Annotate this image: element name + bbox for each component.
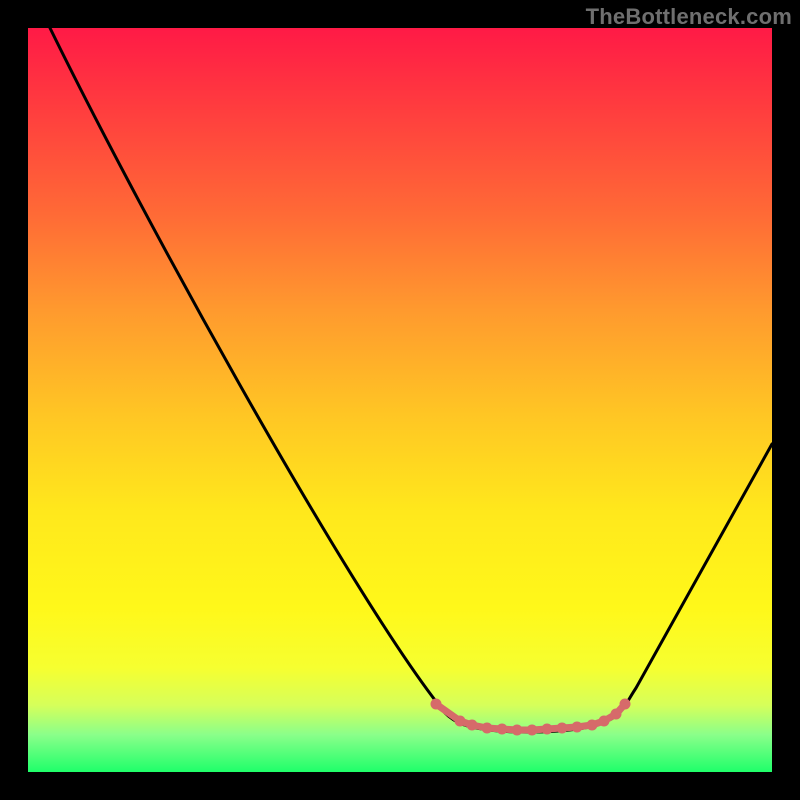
valley-marker-dot	[620, 699, 631, 710]
valley-marker-dot	[587, 720, 598, 731]
watermark-text: TheBottleneck.com	[586, 4, 792, 30]
valley-marker-group	[431, 699, 631, 736]
valley-marker-dot	[497, 724, 508, 735]
chart-svg	[28, 28, 772, 772]
valley-marker-dot	[527, 725, 538, 736]
valley-marker-dot	[542, 724, 553, 735]
bottleneck-curve	[50, 28, 772, 732]
chart-frame: TheBottleneck.com	[0, 0, 800, 800]
valley-marker-dot	[599, 716, 610, 727]
valley-marker-dot	[611, 709, 622, 720]
valley-marker-dot	[467, 720, 478, 731]
valley-marker-dot	[557, 723, 568, 734]
valley-marker-dot	[572, 722, 583, 733]
valley-marker-dot	[431, 699, 442, 710]
valley-marker-dot	[482, 723, 493, 734]
valley-marker-dot	[455, 716, 466, 727]
valley-marker-dot	[512, 725, 523, 736]
chart-plot-area	[28, 28, 772, 772]
